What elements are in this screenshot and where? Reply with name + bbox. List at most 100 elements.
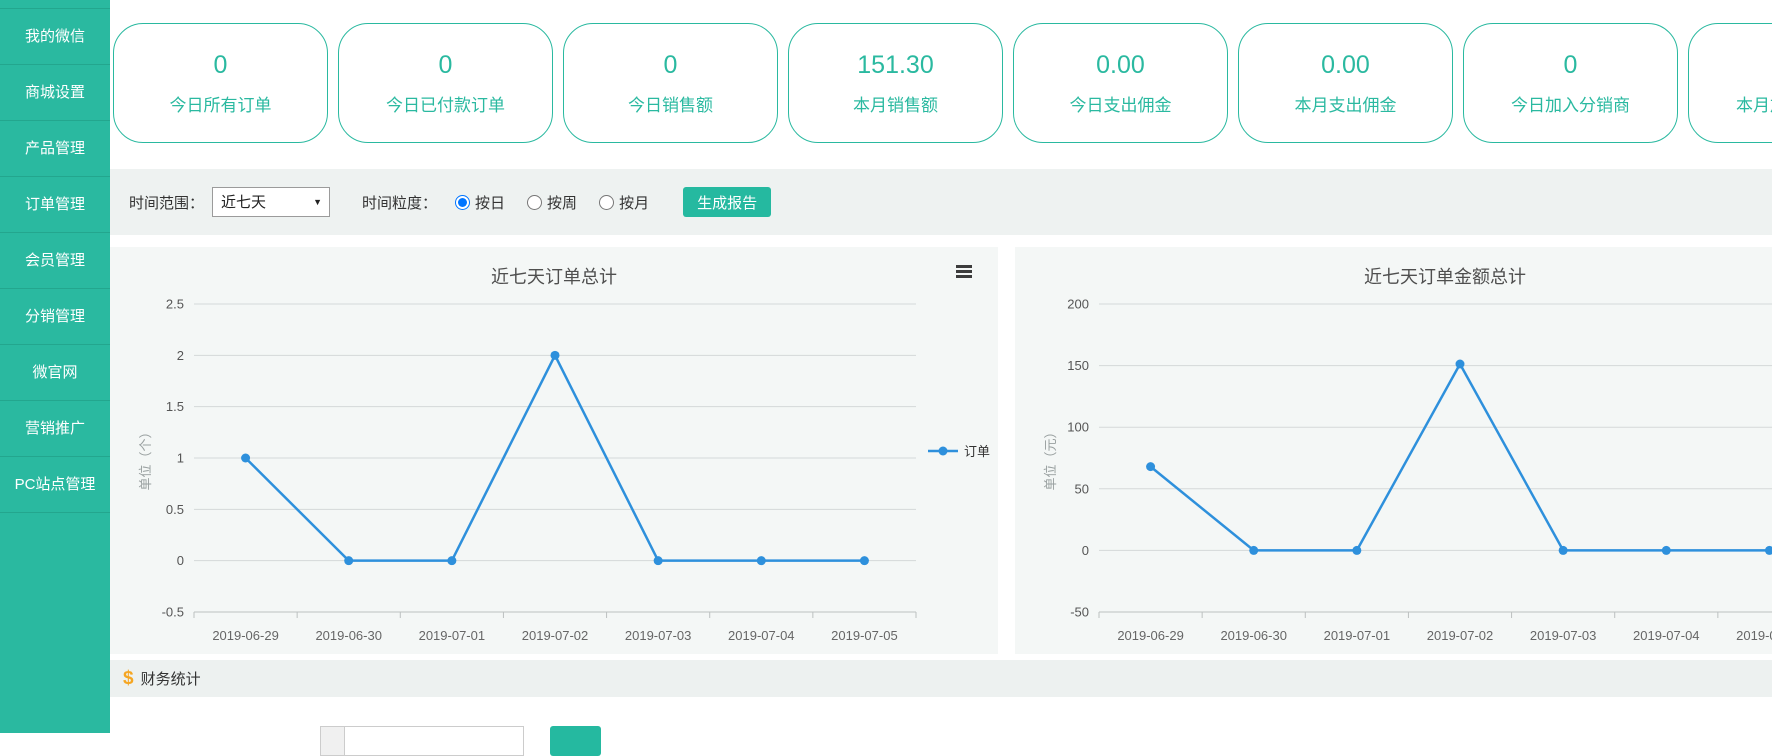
svg-text:2019-07-03: 2019-07-03 (1530, 628, 1597, 643)
filter-bar: 时间范围： 近七天 ▼ 时间粒度： 按日 按周 按月 生成报告 (110, 169, 1772, 235)
stat-card-value: 0 (664, 51, 678, 80)
time-range-label: 时间范围： (129, 192, 204, 213)
main-content: 0今日所有订单0今日已付款订单0今日销售额 151.30 本月销售额 0.00今日支出… (110, 0, 1772, 733)
sidebar-item[interactable]: 会员管理 (0, 233, 110, 289)
radio-weekly[interactable] (527, 195, 542, 210)
data-point[interactable] (344, 556, 353, 565)
time-range-select-wrap: 近七天 ▼ (212, 187, 330, 217)
dollar-icon: $ (123, 668, 134, 690)
finance-section-header: $ 财务统计 (110, 660, 1772, 697)
stat-cards-row: 0今日所有订单0今日已付款订单0今日销售额 151.30 本月销售额 0.00今日支出… (110, 0, 1772, 143)
sidebar-top-stub (0, 0, 110, 9)
sidebar-menu: 我的微信商城设置产品管理订单管理会员管理分销管理微官网营销推广PC站点管理 (0, 9, 110, 513)
y-axis-unit-label: 单位（个） (138, 425, 153, 490)
svg-text:2019-07-03: 2019-07-03 (625, 628, 692, 643)
data-point[interactable] (1456, 359, 1465, 368)
data-point[interactable] (551, 351, 560, 360)
svg-text:100: 100 (1067, 420, 1089, 435)
stat-card-value: 0.00 (1096, 51, 1145, 80)
orders-chart-panel: 近七天订单总计 2.521.510.50-0.52019-06-292019-0… (110, 247, 998, 654)
x-axis (194, 612, 916, 618)
sidebar-item[interactable]: PC站点管理 (0, 457, 110, 513)
bottom-text-input[interactable] (344, 726, 524, 756)
svg-text:2019-07-04: 2019-07-04 (1633, 628, 1700, 643)
radio-weekly-label: 按周 (547, 192, 577, 213)
input-addon (320, 726, 344, 756)
stat-card-label: 本月支出佣金 (1295, 91, 1397, 116)
svg-text:2019-07-01: 2019-07-01 (1324, 628, 1391, 643)
y-tick-labels: 2.521.510.50-0.5 (162, 297, 184, 620)
order-amount-chart-panel: 近七天订单金额总计 200150100500-502019-06-292019-… (1015, 247, 1772, 654)
granularity-label: 时间粒度： (362, 192, 437, 213)
radio-monthly[interactable] (599, 195, 614, 210)
svg-text:150: 150 (1067, 358, 1089, 373)
svg-text:2019-07-01: 2019-07-01 (419, 628, 486, 643)
bottom-partial-row (110, 726, 1772, 756)
series-line (1151, 364, 1770, 550)
svg-text:2019-07-05: 2019-07-05 (1736, 628, 1772, 643)
stat-card-value: 151.30 (857, 51, 933, 80)
data-point[interactable] (447, 556, 456, 565)
sidebar-item[interactable]: 订单管理 (0, 177, 110, 233)
stat-card-value: 0 (1564, 51, 1578, 80)
granularity-radio-group: 按日 按周 按月 (455, 192, 649, 213)
data-point[interactable] (860, 556, 869, 565)
stat-card: 0.00今日支出佣金 (1013, 23, 1228, 143)
radio-monthly-label: 按月 (619, 192, 649, 213)
sidebar-item[interactable]: 微官网 (0, 345, 110, 401)
data-point[interactable] (1559, 546, 1568, 555)
sidebar-item[interactable]: 营销推广 (0, 401, 110, 457)
svg-text:2.5: 2.5 (166, 297, 184, 312)
stat-card: 0 今日加入分销商 (1463, 23, 1678, 143)
svg-text:订单: 订单 (964, 444, 990, 459)
data-point[interactable] (757, 556, 766, 565)
svg-text:2019-06-30: 2019-06-30 (1220, 628, 1287, 643)
bottom-input-group (320, 726, 524, 756)
svg-text:0: 0 (1082, 543, 1089, 558)
sidebar-item[interactable]: 商城设置 (0, 65, 110, 121)
sidebar: 我的微信商城设置产品管理订单管理会员管理分销管理微官网营销推广PC站点管理 (0, 0, 110, 733)
data-point[interactable] (1765, 546, 1772, 555)
generate-report-button[interactable]: 生成报告 (683, 187, 771, 217)
y-tick-labels: 200150100500-50 (1067, 297, 1089, 620)
stat-card: 0本月加入分销商 (1688, 23, 1772, 143)
finance-section-title: 财务统计 (141, 668, 201, 689)
stat-card: 0今日销售额 (563, 23, 778, 143)
data-point[interactable] (654, 556, 663, 565)
data-point[interactable] (1662, 546, 1671, 555)
data-point[interactable] (241, 454, 250, 463)
data-point[interactable] (1352, 546, 1361, 555)
data-point[interactable] (1146, 462, 1155, 471)
stat-card-label: 今日加入分销商 (1511, 91, 1630, 116)
stat-card-label: 本月销售额 (853, 91, 938, 116)
svg-text:0: 0 (177, 553, 184, 568)
radio-option-daily[interactable]: 按日 (455, 192, 505, 213)
radio-option-weekly[interactable]: 按周 (527, 192, 577, 213)
svg-text:1.5: 1.5 (166, 399, 184, 414)
svg-text:1: 1 (177, 451, 184, 466)
radio-daily[interactable] (455, 195, 470, 210)
radio-option-monthly[interactable]: 按月 (599, 192, 649, 213)
bottom-action-button[interactable] (550, 726, 601, 756)
svg-text:-50: -50 (1070, 605, 1089, 620)
gridlines (194, 304, 916, 561)
sidebar-item[interactable]: 产品管理 (0, 121, 110, 177)
chart-legend[interactable]: 订单 (928, 444, 990, 459)
charts-row: 近七天订单总计 2.521.510.50-0.52019-06-292019-0… (110, 247, 1772, 654)
data-point[interactable] (1249, 546, 1258, 555)
svg-text:2019-07-02: 2019-07-02 (1427, 628, 1494, 643)
svg-text:200: 200 (1067, 297, 1089, 312)
sidebar-item[interactable]: 我的微信 (0, 9, 110, 65)
sidebar-item[interactable]: 分销管理 (0, 289, 110, 345)
stat-card-label: 本月加入分销商 (1736, 91, 1772, 116)
svg-text:2: 2 (177, 348, 184, 363)
stat-card: 0今日已付款订单 (338, 23, 553, 143)
x-axis (1099, 612, 1772, 618)
time-range-select[interactable]: 近七天 (212, 187, 330, 217)
svg-text:0.5: 0.5 (166, 502, 184, 517)
stat-card: 0.00本月支出佣金 (1238, 23, 1453, 143)
x-tick-labels: 2019-06-292019-06-302019-07-012019-07-02… (212, 628, 897, 643)
stat-card-value: 0 (439, 51, 453, 80)
x-tick-labels: 2019-06-292019-06-302019-07-012019-07-02… (1117, 628, 1772, 643)
stat-card: 0今日所有订单 (113, 23, 328, 143)
